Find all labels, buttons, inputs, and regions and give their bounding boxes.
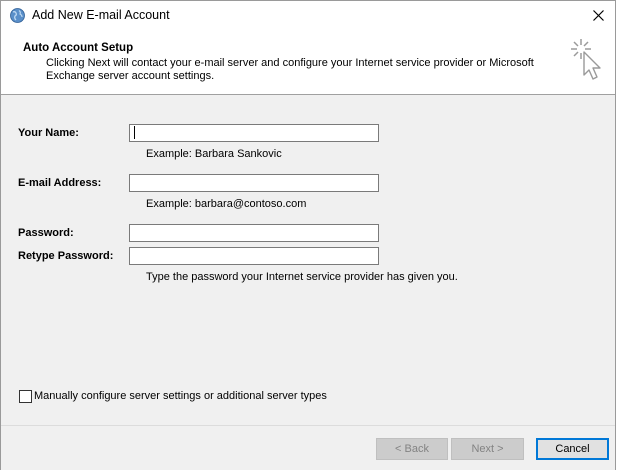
window-title: Add New E-mail Account <box>32 8 170 22</box>
form-area: Your Name: Example: Barbara Sankovic E-m… <box>1 95 615 425</box>
close-button[interactable] <box>581 1 615 31</box>
title-bar: Add New E-mail Account <box>1 1 615 31</box>
wizard-header: Auto Account Setup Clicking Next will co… <box>1 31 615 94</box>
close-icon <box>593 10 604 21</box>
password-hint: Type the password your Internet service … <box>146 271 458 283</box>
your-name-input[interactable] <box>129 124 379 142</box>
your-name-hint: Example: Barbara Sankovic <box>146 148 282 160</box>
text-caret <box>134 126 135 139</box>
cancel-button[interactable]: Cancel <box>536 438 609 460</box>
manual-config-label[interactable]: Manually configure server settings or ad… <box>34 390 327 402</box>
add-email-account-dialog: Add New E-mail Account Auto Account Setu… <box>0 0 616 470</box>
outlook-globe-icon <box>10 8 25 23</box>
manual-config-checkbox[interactable] <box>19 390 32 403</box>
back-button[interactable]: < Back <box>376 438 448 460</box>
email-address-hint: Example: barbara@contoso.com <box>146 198 307 210</box>
next-button[interactable]: Next > <box>451 438 524 460</box>
header-title: Auto Account Setup <box>23 42 134 54</box>
password-input[interactable] <box>129 224 379 242</box>
header-description: Clicking Next will contact your e-mail s… <box>46 57 534 82</box>
your-name-label: Your Name: <box>18 127 79 139</box>
email-address-label: E-mail Address: <box>18 177 102 189</box>
password-label: Password: <box>18 227 74 239</box>
cursor-click-icon <box>569 37 609 83</box>
retype-password-label: Retype Password: <box>18 250 114 262</box>
wizard-footer: < Back Next > Cancel <box>1 426 615 470</box>
retype-password-input[interactable] <box>129 247 379 265</box>
email-address-input[interactable] <box>129 174 379 192</box>
